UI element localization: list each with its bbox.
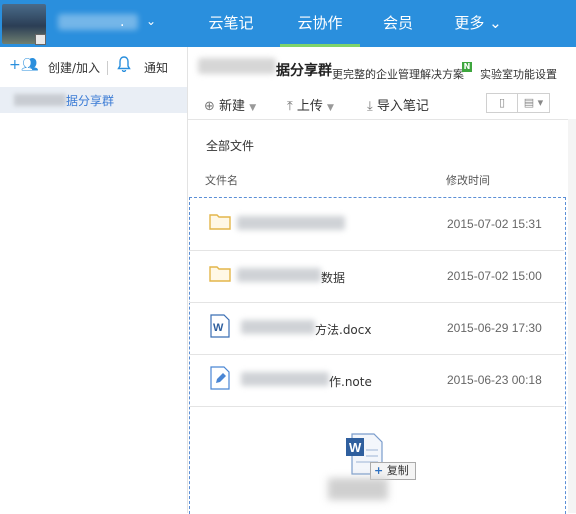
add-group-icon[interactable]: +👥︎ — [9, 57, 39, 73]
lab-n-icon: N — [462, 62, 472, 72]
file-name-blurred — [241, 320, 315, 334]
tab-membership[interactable]: 会员 — [370, 0, 426, 47]
folder-icon — [209, 214, 231, 230]
top-bar: . ⌄ 云笔记 云协作 会员 更多 ⌄ — [0, 0, 576, 47]
import-button-label: 导入笔记 — [376, 99, 429, 114]
create-join-button[interactable]: 创建/加入 — [48, 59, 100, 76]
table-row[interactable]: 作.note 2015-06-23 00:18 — [189, 354, 564, 407]
bell-icon[interactable] — [117, 56, 131, 76]
svg-text:W: W — [349, 440, 362, 455]
column-header-name[interactable]: 文件名 — [205, 172, 238, 188]
lab-settings-link[interactable]: 实验室功能设置 — [480, 66, 557, 82]
single-column-view-icon[interactable]: ▯ — [487, 94, 517, 112]
chevron-down-icon[interactable]: ⌄ — [146, 14, 156, 28]
group-name-blurred — [14, 94, 66, 106]
note-icon — [210, 366, 230, 390]
file-modified: 2015-06-29 17:30 — [447, 321, 542, 335]
upload-button[interactable]: ⤒ 上传 ▼ — [287, 95, 334, 114]
dropdown-arrow-icon: ▼ — [249, 103, 257, 113]
plus-circle-icon: ⊕ — [204, 99, 215, 114]
sidebar: +👥︎ 创建/加入 通知 据分享群 — [0, 47, 188, 513]
table-row[interactable]: W 方法.docx 2015-06-29 17:30 — [189, 302, 564, 355]
sidebar-item-label: 据分享群 — [66, 94, 115, 108]
file-name: 作.note — [329, 375, 372, 389]
svg-text:W: W — [213, 322, 224, 334]
scrollbar[interactable] — [568, 119, 576, 513]
file-name-blurred — [237, 216, 345, 230]
user-name-blurred[interactable] — [58, 14, 138, 30]
view-toggle: ▯ ▤ ▾ — [486, 93, 550, 113]
sidebar-toolbar: +👥︎ 创建/加入 通知 — [0, 47, 187, 87]
tab-more[interactable]: 更多 ⌄ — [440, 0, 516, 47]
avatar-badge-icon — [35, 34, 46, 45]
toolbar-divider — [107, 61, 108, 75]
upload-icon: ⤒ — [287, 99, 293, 114]
file-name: 数据 — [321, 271, 346, 285]
new-button[interactable]: ⊕ 新建 ▼ — [204, 95, 256, 114]
list-view-icon[interactable]: ▤ ▾ — [518, 94, 549, 112]
word-doc-icon: W — [210, 314, 230, 338]
group-title-blurred — [198, 58, 276, 74]
folder-icon — [209, 266, 231, 282]
tab-cloud-notes[interactable]: 云笔记 — [194, 0, 268, 47]
column-header-modified[interactable]: 修改时间 — [446, 172, 490, 188]
plus-icon: + — [374, 464, 384, 477]
file-modified: 2015-06-23 00:18 — [447, 373, 542, 387]
file-modified: 2015-07-02 15:00 — [447, 269, 542, 283]
new-button-label: 新建 — [219, 99, 246, 114]
file-name-blurred — [237, 268, 321, 282]
sidebar-item-group[interactable]: 据分享群 — [0, 87, 187, 113]
file-modified: 2015-07-02 15:31 — [447, 217, 542, 231]
tab-cloud-collab[interactable]: 云协作 — [280, 0, 360, 47]
dropdown-arrow-icon: ▼ — [327, 103, 334, 113]
breadcrumb[interactable]: 全部文件 — [206, 137, 254, 154]
dragged-name-blurred — [328, 478, 388, 500]
enterprise-promo-link[interactable]: 更完整的企业管理解决方案 — [332, 66, 464, 82]
toolbar-divider — [188, 119, 576, 120]
table-row[interactable]: 2015-07-02 15:31 — [189, 198, 564, 251]
table-row[interactable]: 数据 2015-07-02 15:00 — [189, 250, 564, 303]
copy-label: 复制 — [386, 464, 409, 477]
notify-button[interactable]: 通知 — [144, 59, 168, 76]
import-notes-button[interactable]: ⤓ 导入笔记 — [367, 95, 429, 114]
page-title: 据分享群 — [276, 63, 332, 79]
download-icon: ⤓ — [367, 99, 373, 114]
file-name: 方法.docx — [315, 323, 372, 337]
upload-button-label: 上传 — [296, 99, 323, 114]
user-name-suffix: . — [120, 14, 125, 30]
file-name-blurred — [241, 372, 329, 386]
